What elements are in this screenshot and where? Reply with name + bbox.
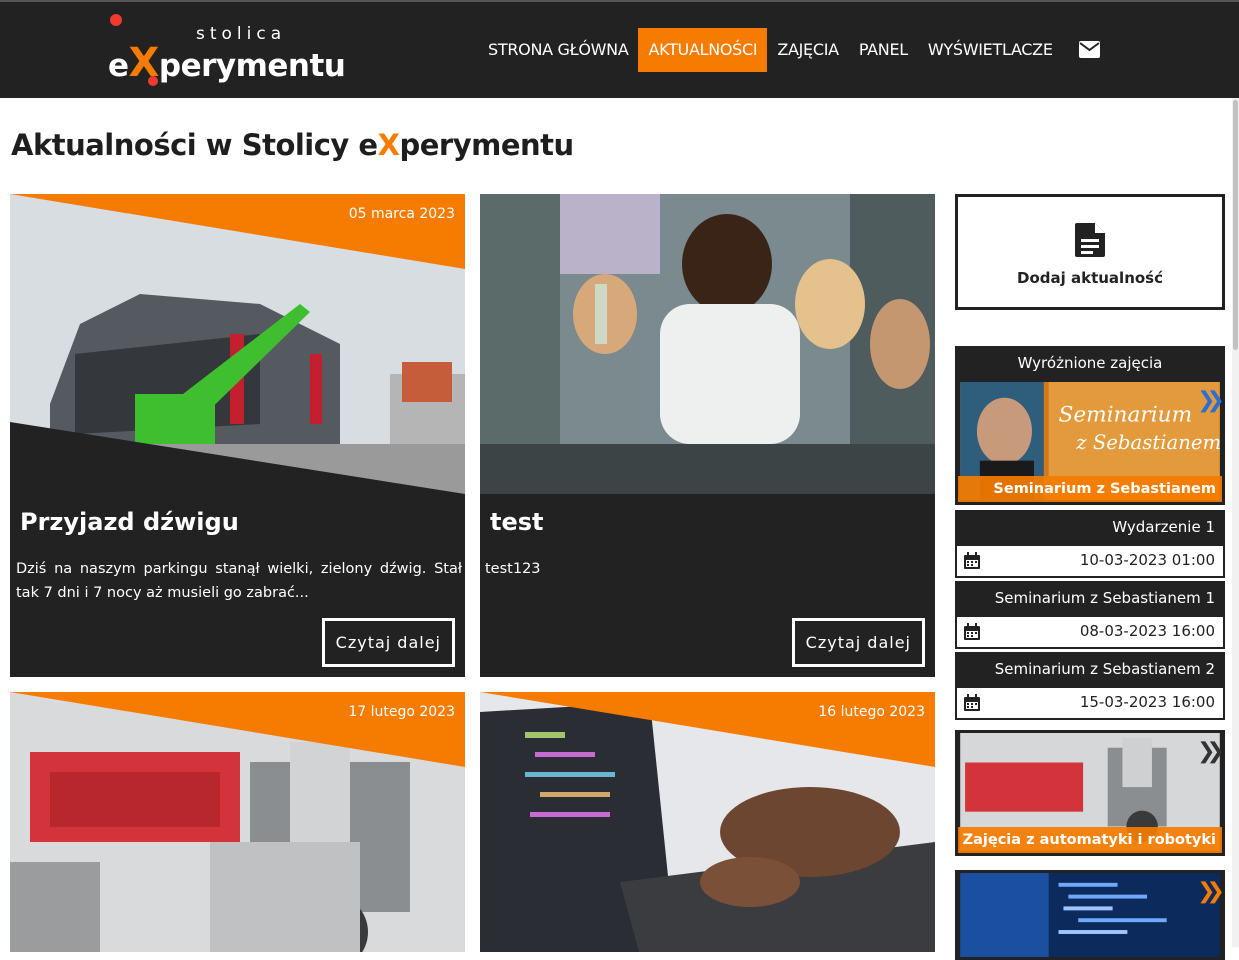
scrollbar-thumb[interactable] <box>1233 100 1238 350</box>
event-date-row: 08-03-2023 16:00 <box>957 617 1223 647</box>
card-decor <box>10 692 465 767</box>
news-card: 17 lutego 2023 <box>10 692 465 952</box>
logo-text-main: eXperymentu <box>108 40 346 86</box>
read-more-button[interactable]: Czytaj dalej <box>321 618 455 667</box>
news-title[interactable]: test <box>490 508 544 536</box>
news-excerpt: test123 <box>485 561 541 577</box>
event-name: Wydarzenie 1 <box>1112 518 1215 536</box>
nav-item-panel[interactable]: PANEL <box>849 28 918 72</box>
news-date: 17 lutego 2023 <box>348 704 455 720</box>
card-decor <box>480 692 935 767</box>
main-nav: STRONA GŁÓWNA AKTUALNOŚCI ZAJĘCIA PANEL … <box>478 28 1063 72</box>
read-more-button[interactable]: Czytaj dalej <box>791 618 925 667</box>
event-name: Seminarium z Sebastianem 1 <box>994 589 1215 607</box>
event-name: Seminarium z Sebastianem 2 <box>994 660 1215 678</box>
news-excerpt: Dziś na naszym parkingu stanął wielki, z… <box>16 561 462 601</box>
nav-item-displays[interactable]: WYŚWIETLACZE <box>918 28 1063 72</box>
news-date: 16 lutego 2023 <box>818 704 925 720</box>
nav-item-classes[interactable]: ZAJĘCIA <box>767 28 848 72</box>
featured-overlay-text: z Sebastianem <box>1075 431 1221 454</box>
event-date-row: 15-03-2023 16:00 <box>957 688 1223 718</box>
featured-item[interactable]: ❯❯ Zajęcia z automatyki i robotyki <box>955 730 1225 856</box>
event-item[interactable]: Seminarium z Sebastianem 1 08-03-2023 16… <box>955 581 1225 649</box>
logo-dot <box>110 14 122 26</box>
featured-item[interactable]: Seminarium z Sebastianem ❯❯ Seminarium z… <box>955 379 1225 505</box>
news-title[interactable]: Przyjazd dźwigu <box>20 508 239 536</box>
chevrons-right-icon: ❯❯ <box>1197 879 1222 904</box>
event-date-row: 10-03-2023 01:00 <box>957 546 1223 576</box>
featured-heading: Wyróżnione zajęcia <box>955 346 1225 382</box>
scrollbar[interactable] <box>1232 98 1239 947</box>
event-datetime: 08-03-2023 16:00 <box>1079 622 1215 640</box>
nav-item-news[interactable]: AKTUALNOŚCI <box>638 28 768 72</box>
add-news-label: Dodaj aktualność <box>1017 269 1163 287</box>
event-datetime: 15-03-2023 16:00 <box>1079 693 1215 711</box>
news-card: test test123 Czytaj dalej <box>480 194 935 677</box>
page-title: Aktualności w Stolicy eXperymentu <box>11 128 574 162</box>
event-item[interactable]: Seminarium z Sebastianem 2 15-03-2023 16… <box>955 652 1225 720</box>
featured-caption: Seminarium z Sebastianem <box>958 476 1222 502</box>
news-image-lab[interactable] <box>480 194 935 494</box>
chevrons-right-icon: ❯❯ <box>1197 739 1222 764</box>
calendar-icon <box>964 623 980 640</box>
featured-caption: Zajęcia z automatyki i robotyki <box>958 827 1222 853</box>
mail-icon[interactable] <box>1079 41 1100 58</box>
nav-item-home[interactable]: STRONA GŁÓWNA <box>478 28 638 72</box>
chevrons-right-icon: ❯❯ <box>1197 388 1222 413</box>
featured-overlay-text: Seminarium <box>1059 402 1193 427</box>
add-news-button[interactable]: Dodaj aktualność <box>955 194 1225 310</box>
event-item[interactable]: Wydarzenie 1 10-03-2023 01:00 <box>955 510 1225 578</box>
news-card: 16 lutego 2023 <box>480 692 935 952</box>
document-icon <box>1075 223 1105 257</box>
site-logo[interactable]: stolica eXperymentu <box>108 12 346 92</box>
news-card: 05 marca 2023 Przyjazd dźwigu Dziś na na… <box>10 194 465 677</box>
card-decor <box>10 194 465 494</box>
news-date: 05 marca 2023 <box>348 206 455 222</box>
calendar-icon <box>964 552 980 569</box>
site-header: stolica eXperymentu STRONA GŁÓWNA AKTUAL… <box>0 2 1239 98</box>
calendar-icon <box>964 694 980 711</box>
event-datetime: 10-03-2023 01:00 <box>1079 551 1215 569</box>
